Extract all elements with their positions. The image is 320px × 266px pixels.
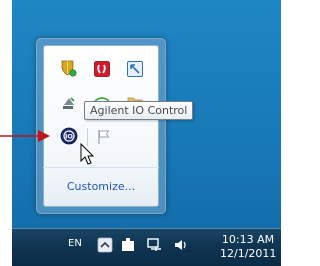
panel-divider bbox=[43, 167, 159, 168]
action-center-flag-icon[interactable] bbox=[120, 237, 136, 253]
volume-icon[interactable] bbox=[172, 237, 188, 253]
red-app-icon[interactable] bbox=[93, 60, 111, 78]
mouse-cursor-icon bbox=[80, 143, 95, 165]
agilent-io-icon[interactable]: IO bbox=[60, 127, 78, 145]
network-box-icon[interactable] bbox=[126, 60, 144, 78]
clock-time: 10:13 AM bbox=[221, 233, 275, 246]
svg-text:IO: IO bbox=[65, 133, 73, 141]
annotation-arrow-icon bbox=[0, 130, 50, 142]
flag-icon[interactable] bbox=[95, 128, 113, 146]
tray-icon-tooltip: Agilent IO Control bbox=[84, 101, 194, 120]
customize-link[interactable]: Customize... bbox=[36, 180, 166, 193]
show-hidden-icons-button[interactable] bbox=[97, 237, 113, 253]
shield-notify-icon[interactable] bbox=[59, 59, 77, 77]
clock-date: 12/1/2011 bbox=[220, 247, 277, 260]
system-clock[interactable]: 10:13 AM 12/1/2011 bbox=[220, 233, 276, 261]
language-indicator[interactable]: EN bbox=[68, 238, 82, 249]
network-icon[interactable] bbox=[146, 237, 162, 253]
eject-usb-icon[interactable] bbox=[60, 93, 78, 111]
